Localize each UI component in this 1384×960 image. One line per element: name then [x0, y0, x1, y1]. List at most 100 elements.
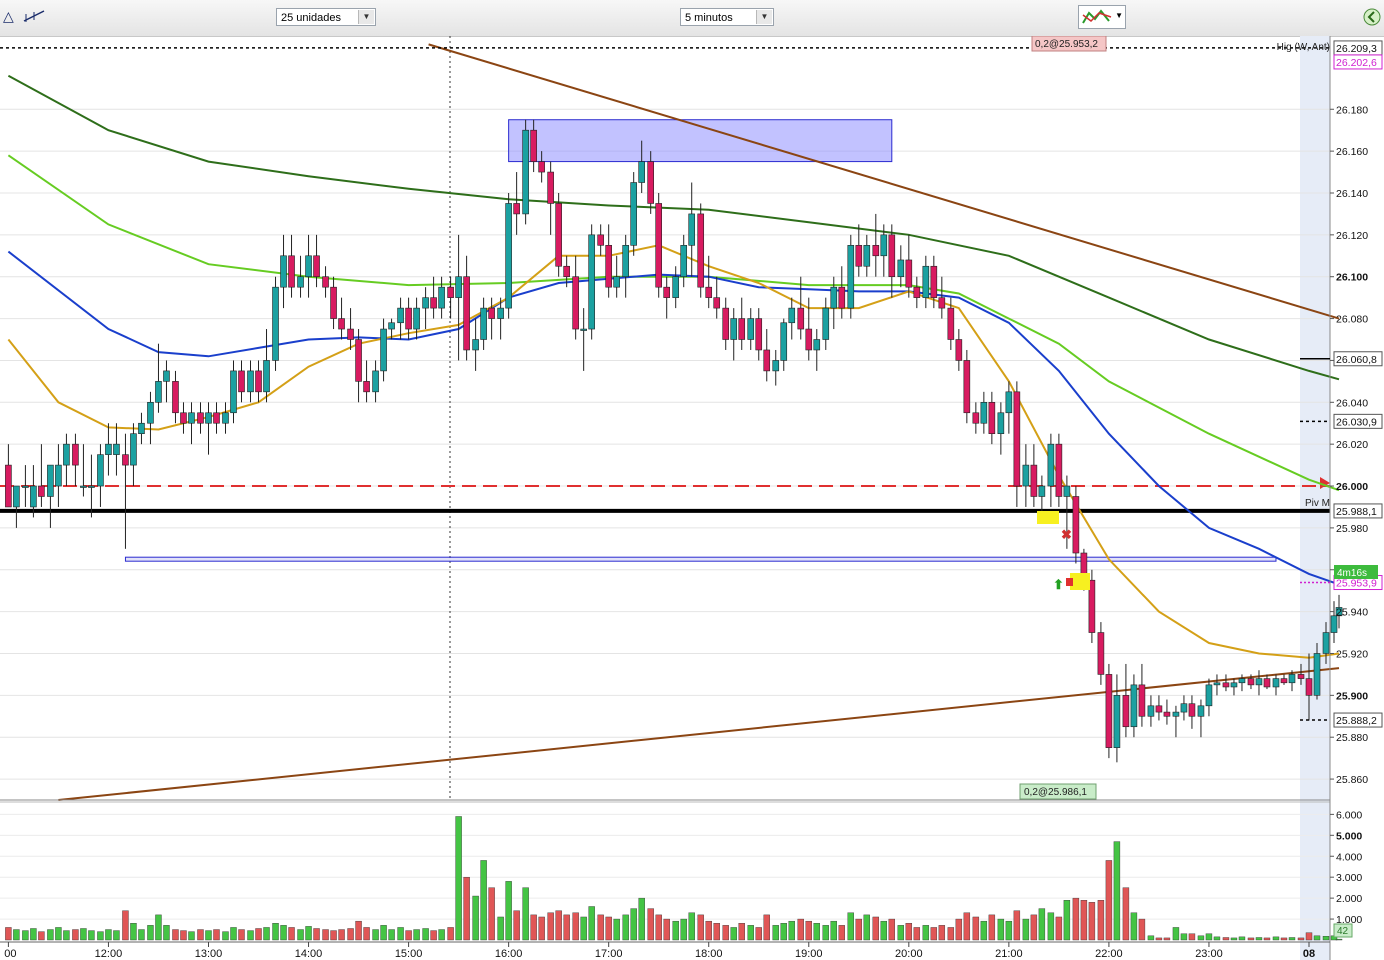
- units-select[interactable]: 25 unidades ▼: [276, 8, 376, 26]
- candle-body: [1255, 678, 1263, 686]
- candle-body: [138, 422, 145, 434]
- candle: [238, 360, 245, 403]
- volume-bar: [230, 927, 237, 941]
- candle-body: [205, 412, 212, 424]
- candle: [680, 234, 688, 288]
- candle: [763, 329, 771, 382]
- order-label-top[interactable]: 0,2@25.953,2: [1031, 36, 1107, 52]
- candle-body: [230, 370, 237, 414]
- candle: [347, 308, 354, 350]
- trendline-tool-icon[interactable]: [22, 8, 46, 27]
- candle-body: [955, 339, 963, 361]
- order-label-bottom[interactable]: 0,2@25.986,1: [1019, 783, 1097, 800]
- volume-bar: [680, 918, 687, 941]
- candle-body: [538, 161, 545, 173]
- candle: [797, 276, 805, 340]
- volume-bar: [397, 927, 404, 941]
- time-axis: 00 12:00 13:00 14:00 15:00 16:00 17:00 18:00 19:…: [0, 941, 1330, 960]
- sell-marker: [1066, 578, 1073, 586]
- candle-body: [747, 318, 755, 340]
- candle-body: [555, 203, 562, 267]
- price-tick-label: 26.000: [1336, 481, 1368, 493]
- candle-body: [905, 259, 913, 288]
- candle-body: [697, 213, 705, 288]
- candle-body: [1130, 684, 1138, 728]
- volume-bar: [797, 918, 804, 941]
- volume-bar: [1022, 918, 1030, 941]
- rising-trendline: [58, 667, 1340, 801]
- time-tick-label: 22:00: [1095, 948, 1123, 960]
- interval-select[interactable]: 5 minutos ▼: [680, 8, 774, 26]
- candle-body: [1222, 682, 1230, 688]
- candle: [288, 234, 295, 298]
- volume-bar: [188, 931, 195, 941]
- candle: [1005, 381, 1013, 434]
- volume-bar: [1155, 937, 1163, 941]
- volume-bar: [1172, 927, 1180, 941]
- volume-tick-label: 2.000: [1336, 893, 1362, 905]
- panel-toggle-icon: [1363, 8, 1381, 26]
- candle: [705, 255, 713, 309]
- ema-ma: [7, 244, 1340, 659]
- price-tick-label: 25.880: [1336, 732, 1368, 744]
- candle: [480, 297, 487, 350]
- candle-body: [1213, 682, 1221, 686]
- price-tag-label: 25.888,2: [1336, 715, 1377, 727]
- candle: [180, 402, 187, 434]
- chevron-down-icon: ▼: [756, 10, 772, 24]
- candle: [363, 360, 370, 403]
- volume-bar: [413, 929, 420, 941]
- candle-body: [1022, 464, 1030, 487]
- chevron-down-icon: ▼: [358, 10, 374, 24]
- time-tick-label: 12:00: [95, 948, 123, 960]
- candle: [122, 433, 129, 549]
- volume-bar: [22, 930, 29, 941]
- volume-bar: [1047, 912, 1055, 941]
- volume-bar: [963, 912, 971, 941]
- volume-bar: [530, 914, 537, 941]
- candle-body: [1055, 443, 1063, 497]
- volume-tick-label: 6.000: [1336, 809, 1362, 821]
- candle: [613, 255, 620, 298]
- candle: [713, 276, 721, 319]
- volume-bar: [222, 931, 229, 941]
- triangle-tool-icon[interactable]: △: [3, 8, 14, 25]
- close-icon: ✖: [1061, 527, 1072, 542]
- candle-body: [738, 318, 746, 340]
- candle: [997, 402, 1005, 455]
- candle-body: [222, 412, 229, 424]
- candle: [655, 192, 663, 298]
- candle-body: [622, 245, 629, 278]
- chart-style-button[interactable]: ▼: [1078, 5, 1126, 29]
- candle: [672, 266, 680, 309]
- candle-body: [947, 307, 955, 340]
- candle-body: [113, 443, 120, 455]
- volume-bar: [1063, 900, 1071, 941]
- candle-body: [497, 307, 504, 319]
- candle: [1163, 699, 1171, 725]
- candle-body: [580, 328, 587, 331]
- candle-body: [1097, 632, 1105, 675]
- candle-body: [1288, 674, 1296, 684]
- candle: [447, 276, 454, 319]
- candle: [88, 454, 95, 518]
- price-tag-label: 26.060,8: [1336, 354, 1377, 366]
- candle: [263, 329, 270, 403]
- candle-body: [963, 360, 971, 414]
- candle-body: [1063, 485, 1071, 497]
- volume-bar: [613, 918, 620, 941]
- volume-bar: [105, 929, 112, 941]
- volume-bar: [122, 910, 129, 941]
- candle-body: [72, 443, 79, 466]
- candle-body: [213, 412, 220, 424]
- candle-body: [488, 307, 495, 319]
- chart-canvas: ✖ ⬆ 25.860 25.880 25.900 25.920 25.940 25.980…: [0, 36, 1383, 960]
- candle: [505, 192, 512, 319]
- candle-body: [1163, 711, 1171, 717]
- candle: [813, 329, 821, 371]
- volume-bar: [922, 925, 930, 941]
- candle: [788, 297, 796, 340]
- candle: [963, 349, 971, 424]
- panel-toggle-button[interactable]: [1362, 6, 1382, 28]
- candle-body: [1122, 695, 1130, 728]
